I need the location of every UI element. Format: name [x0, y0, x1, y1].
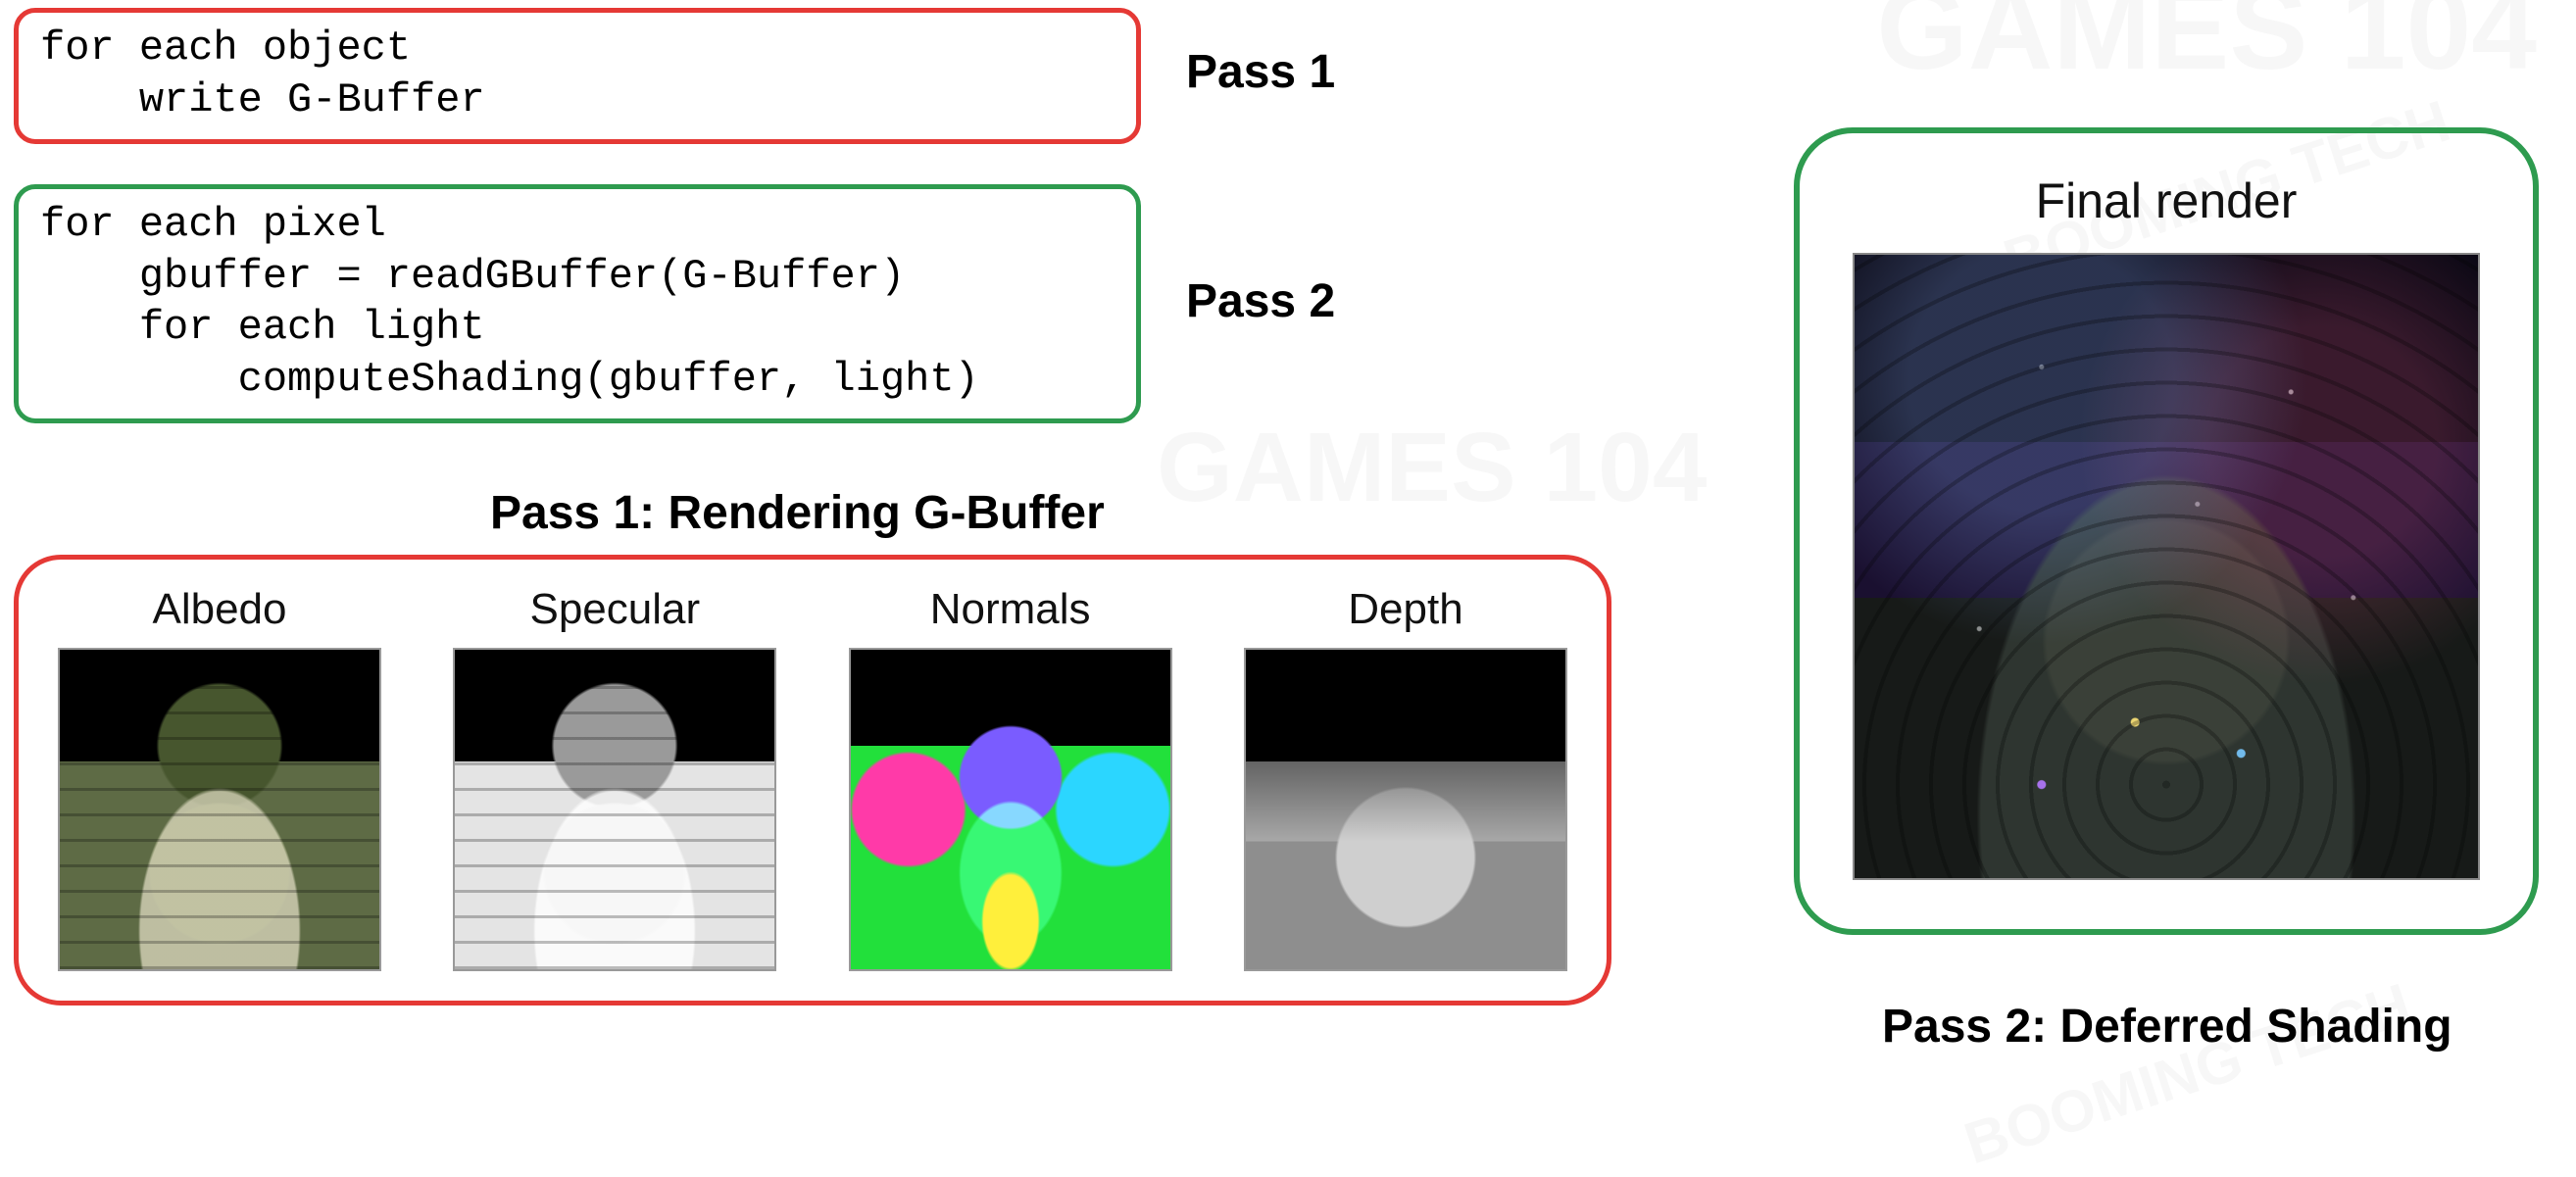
code-box-pass2: for each pixel gbuffer = readGBuffer(G-B…: [14, 184, 1141, 423]
watermark-text: GAMES 104: [1876, 0, 2537, 96]
code-box-pass1: for each object write G-Buffer: [14, 8, 1141, 144]
gbuffer-thumb-normals: [849, 648, 1172, 971]
final-render-panel: Final render: [1794, 127, 2539, 935]
final-render-caption: Final render: [2036, 172, 2298, 229]
gbuffer-label: Normals: [930, 585, 1091, 634]
gbuffer-thumb-depth: [1244, 648, 1567, 971]
pass2-label: Pass 2: [1186, 274, 1335, 328]
gbuffer-label: Specular: [529, 585, 700, 634]
final-section-title: Pass 2: Deferred Shading: [1882, 1000, 2452, 1054]
gbuffer-item-normals: Normals: [849, 585, 1172, 971]
gbuffer-section-title: Pass 1: Rendering G-Buffer: [490, 486, 1105, 540]
watermark-text: GAMES 104: [1157, 412, 1707, 524]
gbuffer-thumb-specular: [453, 648, 776, 971]
gbuffer-thumb-albedo: [58, 648, 381, 971]
gbuffer-item-albedo: Albedo: [58, 585, 381, 971]
gbuffer-label: Albedo: [152, 585, 286, 634]
final-render-thumb: [1853, 253, 2480, 880]
gbuffer-item-depth: Depth: [1244, 585, 1567, 971]
gbuffer-panel: Albedo Specular Normals Depth: [14, 555, 1611, 1005]
gbuffer-label: Depth: [1348, 585, 1462, 634]
gbuffer-item-specular: Specular: [453, 585, 776, 971]
pass1-label: Pass 1: [1186, 45, 1335, 99]
